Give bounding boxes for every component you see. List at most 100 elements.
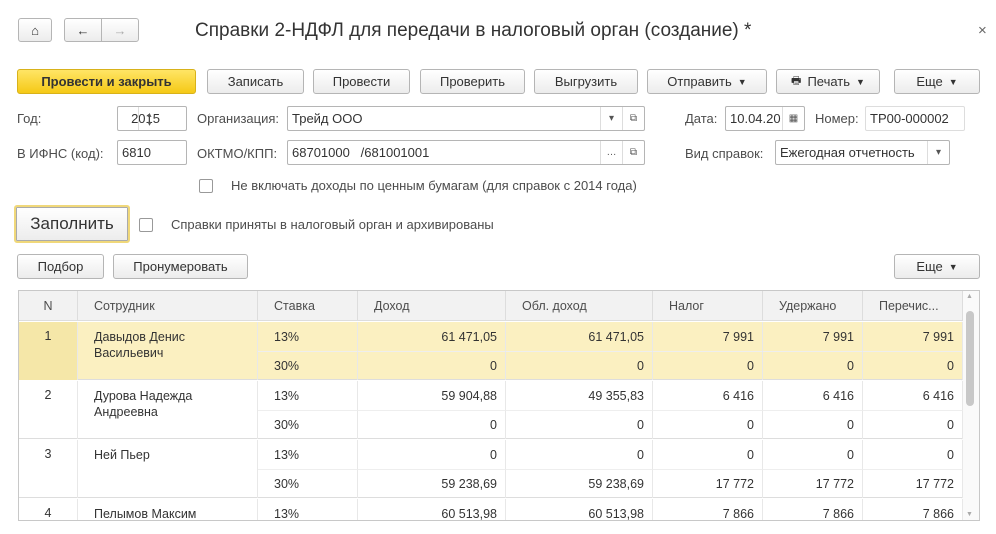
amount-cell: 0: [358, 351, 506, 380]
column-header[interactable]: Удержано: [763, 291, 863, 321]
amount-cell: 0: [358, 440, 506, 469]
renumber-button[interactable]: Пронумеровать: [113, 254, 248, 279]
check-button[interactable]: Проверить: [420, 69, 525, 94]
calendar-icon[interactable]: ▦: [782, 107, 804, 130]
amount-cell: 0: [863, 351, 963, 380]
close-icon[interactable]: ×: [978, 22, 987, 39]
rate-cell: 13%: [258, 322, 358, 351]
exclude-securities-checkbox[interactable]: [199, 179, 213, 193]
amount-cell: 17 772: [763, 469, 863, 498]
number-field[interactable]: ТР00-000002: [865, 106, 965, 131]
amount-cell: 6 416: [863, 381, 963, 410]
amount-cell: 7 991: [653, 322, 763, 351]
column-header[interactable]: N: [19, 291, 78, 321]
row-number: 3: [19, 440, 78, 498]
row-number: 2: [19, 381, 78, 439]
dropdown-icon[interactable]: ▾: [927, 141, 949, 164]
send-button[interactable]: Отправить ▼: [647, 69, 767, 94]
select-icon[interactable]: …: [600, 141, 622, 164]
amount-cell: 0: [653, 351, 763, 380]
open-icon[interactable]: ⧉: [622, 107, 644, 130]
fill-button[interactable]: Заполнить: [14, 205, 130, 243]
dropdown-icon[interactable]: ▾: [600, 107, 622, 130]
amount-cell: 0: [358, 410, 506, 439]
send-label: Отправить: [667, 74, 732, 89]
amount-cell: 6 416: [763, 381, 863, 410]
amount-cell: 7 991: [863, 322, 963, 351]
oktmo-label: ОКТМО/КПП:: [197, 146, 278, 161]
amount-cell: 0: [506, 440, 653, 469]
forward-button[interactable]: →: [101, 18, 139, 42]
chevron-down-icon: ▼: [737, 76, 747, 87]
amount-cell: 17 772: [863, 469, 963, 498]
amount-cell: 17 772: [653, 469, 763, 498]
column-header[interactable]: Ставка: [258, 291, 358, 321]
org-field[interactable]: Трейд ООО ▾ ⧉: [287, 106, 645, 131]
amount-cell: 0: [653, 410, 763, 439]
save-button[interactable]: Записать: [207, 69, 304, 94]
column-header[interactable]: Налог: [653, 291, 763, 321]
page-title: Справки 2-НДФЛ для передачи в налоговый …: [195, 20, 752, 41]
amount-cell: 61 471,05: [506, 322, 653, 351]
employee-name: Ней Пьер: [78, 440, 258, 498]
date-value: 10.04.20: [730, 111, 781, 126]
home-button[interactable]: ⌂: [18, 18, 52, 42]
scroll-down-icon[interactable]: ▼: [966, 511, 973, 518]
ifns-field[interactable]: 6810: [117, 140, 187, 165]
row-number: 1: [19, 322, 78, 380]
column-header[interactable]: Сотрудник: [78, 291, 258, 321]
year-field[interactable]: 2015 ▴ ▾: [117, 106, 187, 131]
post-button[interactable]: Провести: [313, 69, 410, 94]
org-value: Трейд ООО: [292, 111, 363, 126]
amount-cell: 7 866: [863, 499, 963, 520]
amount-cell: 60 513,98: [506, 499, 653, 520]
rate-cell: 13%: [258, 381, 358, 410]
employee-name: Давыдов Денис Васильевич: [78, 322, 258, 380]
scrollbar[interactable]: ▲ ▼: [961, 291, 979, 520]
export-button[interactable]: Выгрузить: [534, 69, 638, 94]
oktmo-value: 68701000 /681001001: [292, 145, 430, 160]
column-header[interactable]: Доход: [358, 291, 506, 321]
post-and-close-button[interactable]: Провести и закрыть: [17, 69, 196, 94]
number-label: Номер:: [815, 111, 859, 126]
table-more-label: Еще: [916, 259, 943, 274]
amount-cell: 7 866: [763, 499, 863, 520]
date-field[interactable]: 10.04.20 ▦: [725, 106, 805, 131]
amount-cell: 49 355,83: [506, 381, 653, 410]
row-number: 4: [19, 499, 78, 520]
back-button[interactable]: ←: [64, 18, 102, 42]
exclude-securities-label: Не включать доходы по ценным бумагам (дл…: [231, 178, 637, 193]
chevron-down-icon: ▼: [948, 261, 958, 272]
amount-cell: 59 904,88: [358, 381, 506, 410]
oktmo-field[interactable]: 68701000 /681001001 … ⧉: [287, 140, 645, 165]
more-button[interactable]: Еще ▼: [894, 69, 980, 94]
rate-cell: 30%: [258, 410, 358, 439]
open-icon[interactable]: ⧉: [622, 141, 644, 164]
printer-icon: 🖶: [791, 75, 802, 87]
chevron-down-icon: ▼: [948, 76, 958, 87]
scroll-thumb[interactable]: [966, 311, 974, 406]
amount-cell: 60 513,98: [358, 499, 506, 520]
amount-cell: 0: [863, 440, 963, 469]
amount-cell: 0: [653, 440, 763, 469]
print-label: Печать: [807, 74, 851, 89]
more-label: Еще: [916, 74, 943, 89]
table-more-button[interactable]: Еще ▼: [894, 254, 980, 279]
rate-cell: 30%: [258, 469, 358, 498]
pick-button[interactable]: Подбор: [17, 254, 104, 279]
column-header[interactable]: Перечис...: [863, 291, 963, 321]
archived-checkbox[interactable]: [139, 218, 153, 232]
rate-cell: 13%: [258, 440, 358, 469]
archived-label: Справки приняты в налоговый орган и архи…: [171, 217, 494, 232]
column-header[interactable]: Обл. доход: [506, 291, 653, 321]
date-label: Дата:: [685, 111, 718, 126]
amount-cell: 7 991: [763, 322, 863, 351]
type-label: Вид справок:: [685, 146, 764, 161]
year-stepper[interactable]: ▴ ▾: [138, 107, 160, 130]
scroll-up-icon[interactable]: ▲: [966, 293, 973, 300]
print-button[interactable]: 🖶 Печать ▼: [776, 69, 880, 94]
rate-cell: 30%: [258, 351, 358, 380]
number-value: ТР00-000002: [870, 111, 949, 126]
type-field[interactable]: Ежегодная отчетность ▾: [775, 140, 950, 165]
amount-cell: 6 416: [653, 381, 763, 410]
